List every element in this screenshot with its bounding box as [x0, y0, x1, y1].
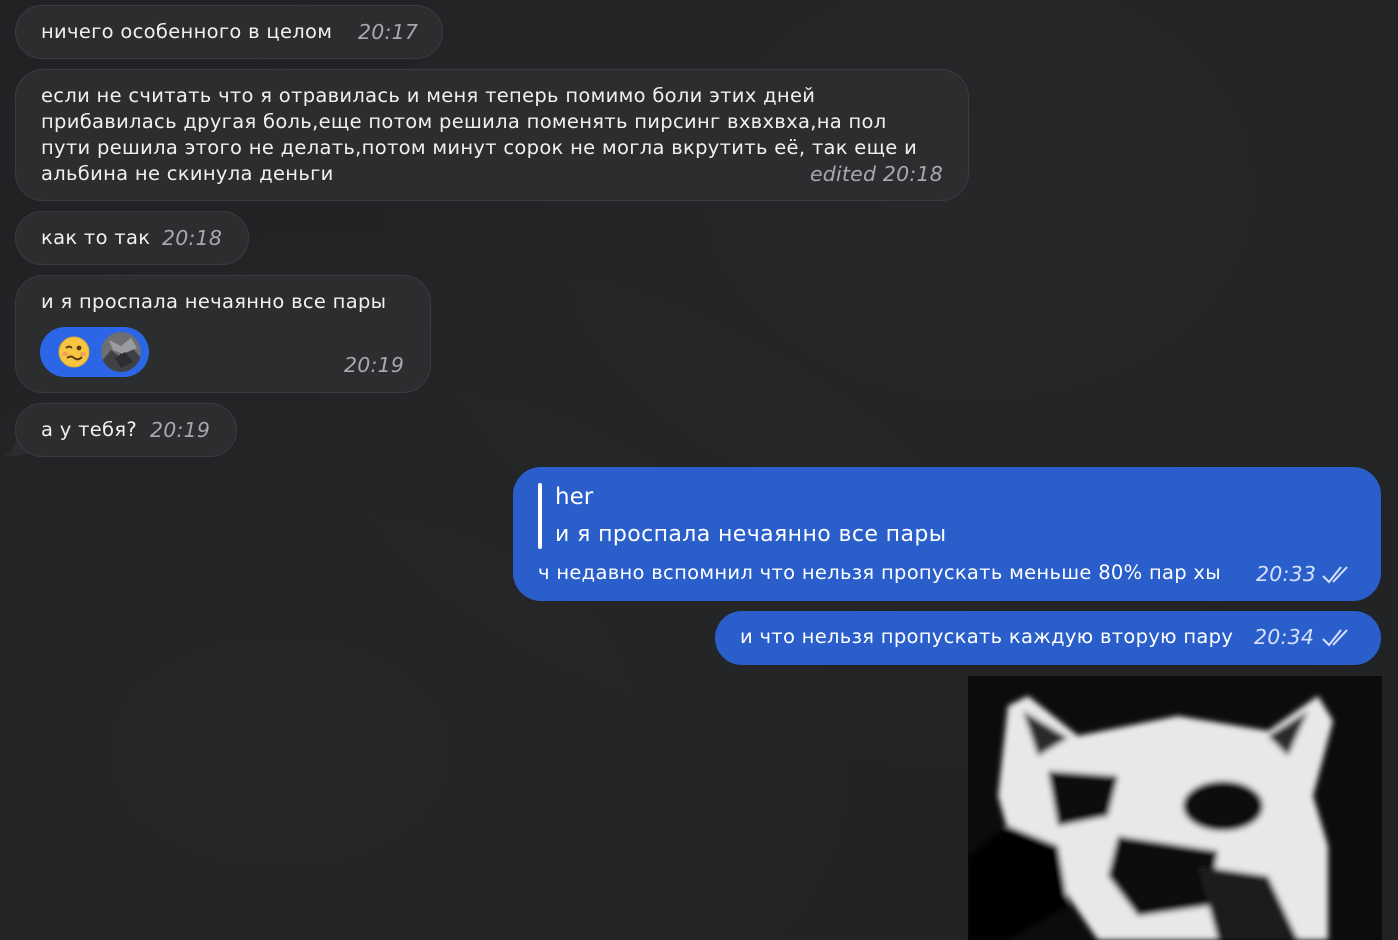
- message-text: и что нельзя пропускать каждую вторую па…: [740, 625, 1234, 648]
- message-line: прибавилась другая боль,еще потом решила…: [41, 110, 887, 133]
- avatar: [101, 332, 141, 372]
- message-time: 20:19: [344, 353, 405, 377]
- message-text: ч недавно вспомнил что нельзя пропускать…: [538, 561, 1221, 584]
- incoming-message[interactable]: если не считать что я отравилась и меня …: [15, 69, 969, 201]
- message-time: 20:34: [1254, 625, 1315, 649]
- incoming-message[interactable]: и я проспала нечаянно все пары 20:19: [15, 275, 431, 393]
- quote-author[interactable]: her: [555, 484, 593, 510]
- message-line: пути решила этого не делать,потом минут …: [41, 136, 918, 159]
- reaction-button[interactable]: [40, 327, 149, 377]
- photo-message[interactable]: [968, 676, 1382, 940]
- read-checkmarks-icon: [1322, 629, 1348, 647]
- photo-message-icon: [968, 676, 1382, 940]
- incoming-message[interactable]: как то так 20:18: [15, 211, 249, 265]
- message-text: а у тебя?: [41, 418, 138, 441]
- avatar-photo-icon: [101, 332, 141, 372]
- outgoing-message[interactable]: her и я проспала нечаянно все пары ч нед…: [513, 467, 1381, 601]
- message-line: если не считать что я отравилась и меня …: [41, 84, 816, 107]
- incoming-message[interactable]: а у тебя? 20:19: [15, 403, 237, 457]
- quote-text[interactable]: и я проспала нечаянно все пары: [555, 522, 946, 547]
- message-time: 20:17: [358, 20, 419, 44]
- message-text: ничего особенного в целом: [41, 20, 333, 43]
- message-time: 20:19: [150, 418, 211, 442]
- message-text: как то так: [41, 226, 151, 249]
- message-time: 20:33: [1256, 562, 1317, 586]
- quote-bar: [538, 483, 542, 549]
- incoming-message[interactable]: ничего особенного в целом 20:17: [15, 5, 443, 59]
- message-line: альбина не скинула деньги: [41, 162, 334, 185]
- outgoing-message[interactable]: и что нельзя пропускать каждую вторую па…: [715, 611, 1381, 665]
- woozy-face-icon: [58, 336, 90, 368]
- message-text: и я проспала нечаянно все пары: [41, 290, 387, 313]
- message-time: edited 20:18: [810, 162, 943, 186]
- message-time: 20:18: [162, 226, 223, 250]
- read-checkmarks-icon: [1322, 566, 1348, 584]
